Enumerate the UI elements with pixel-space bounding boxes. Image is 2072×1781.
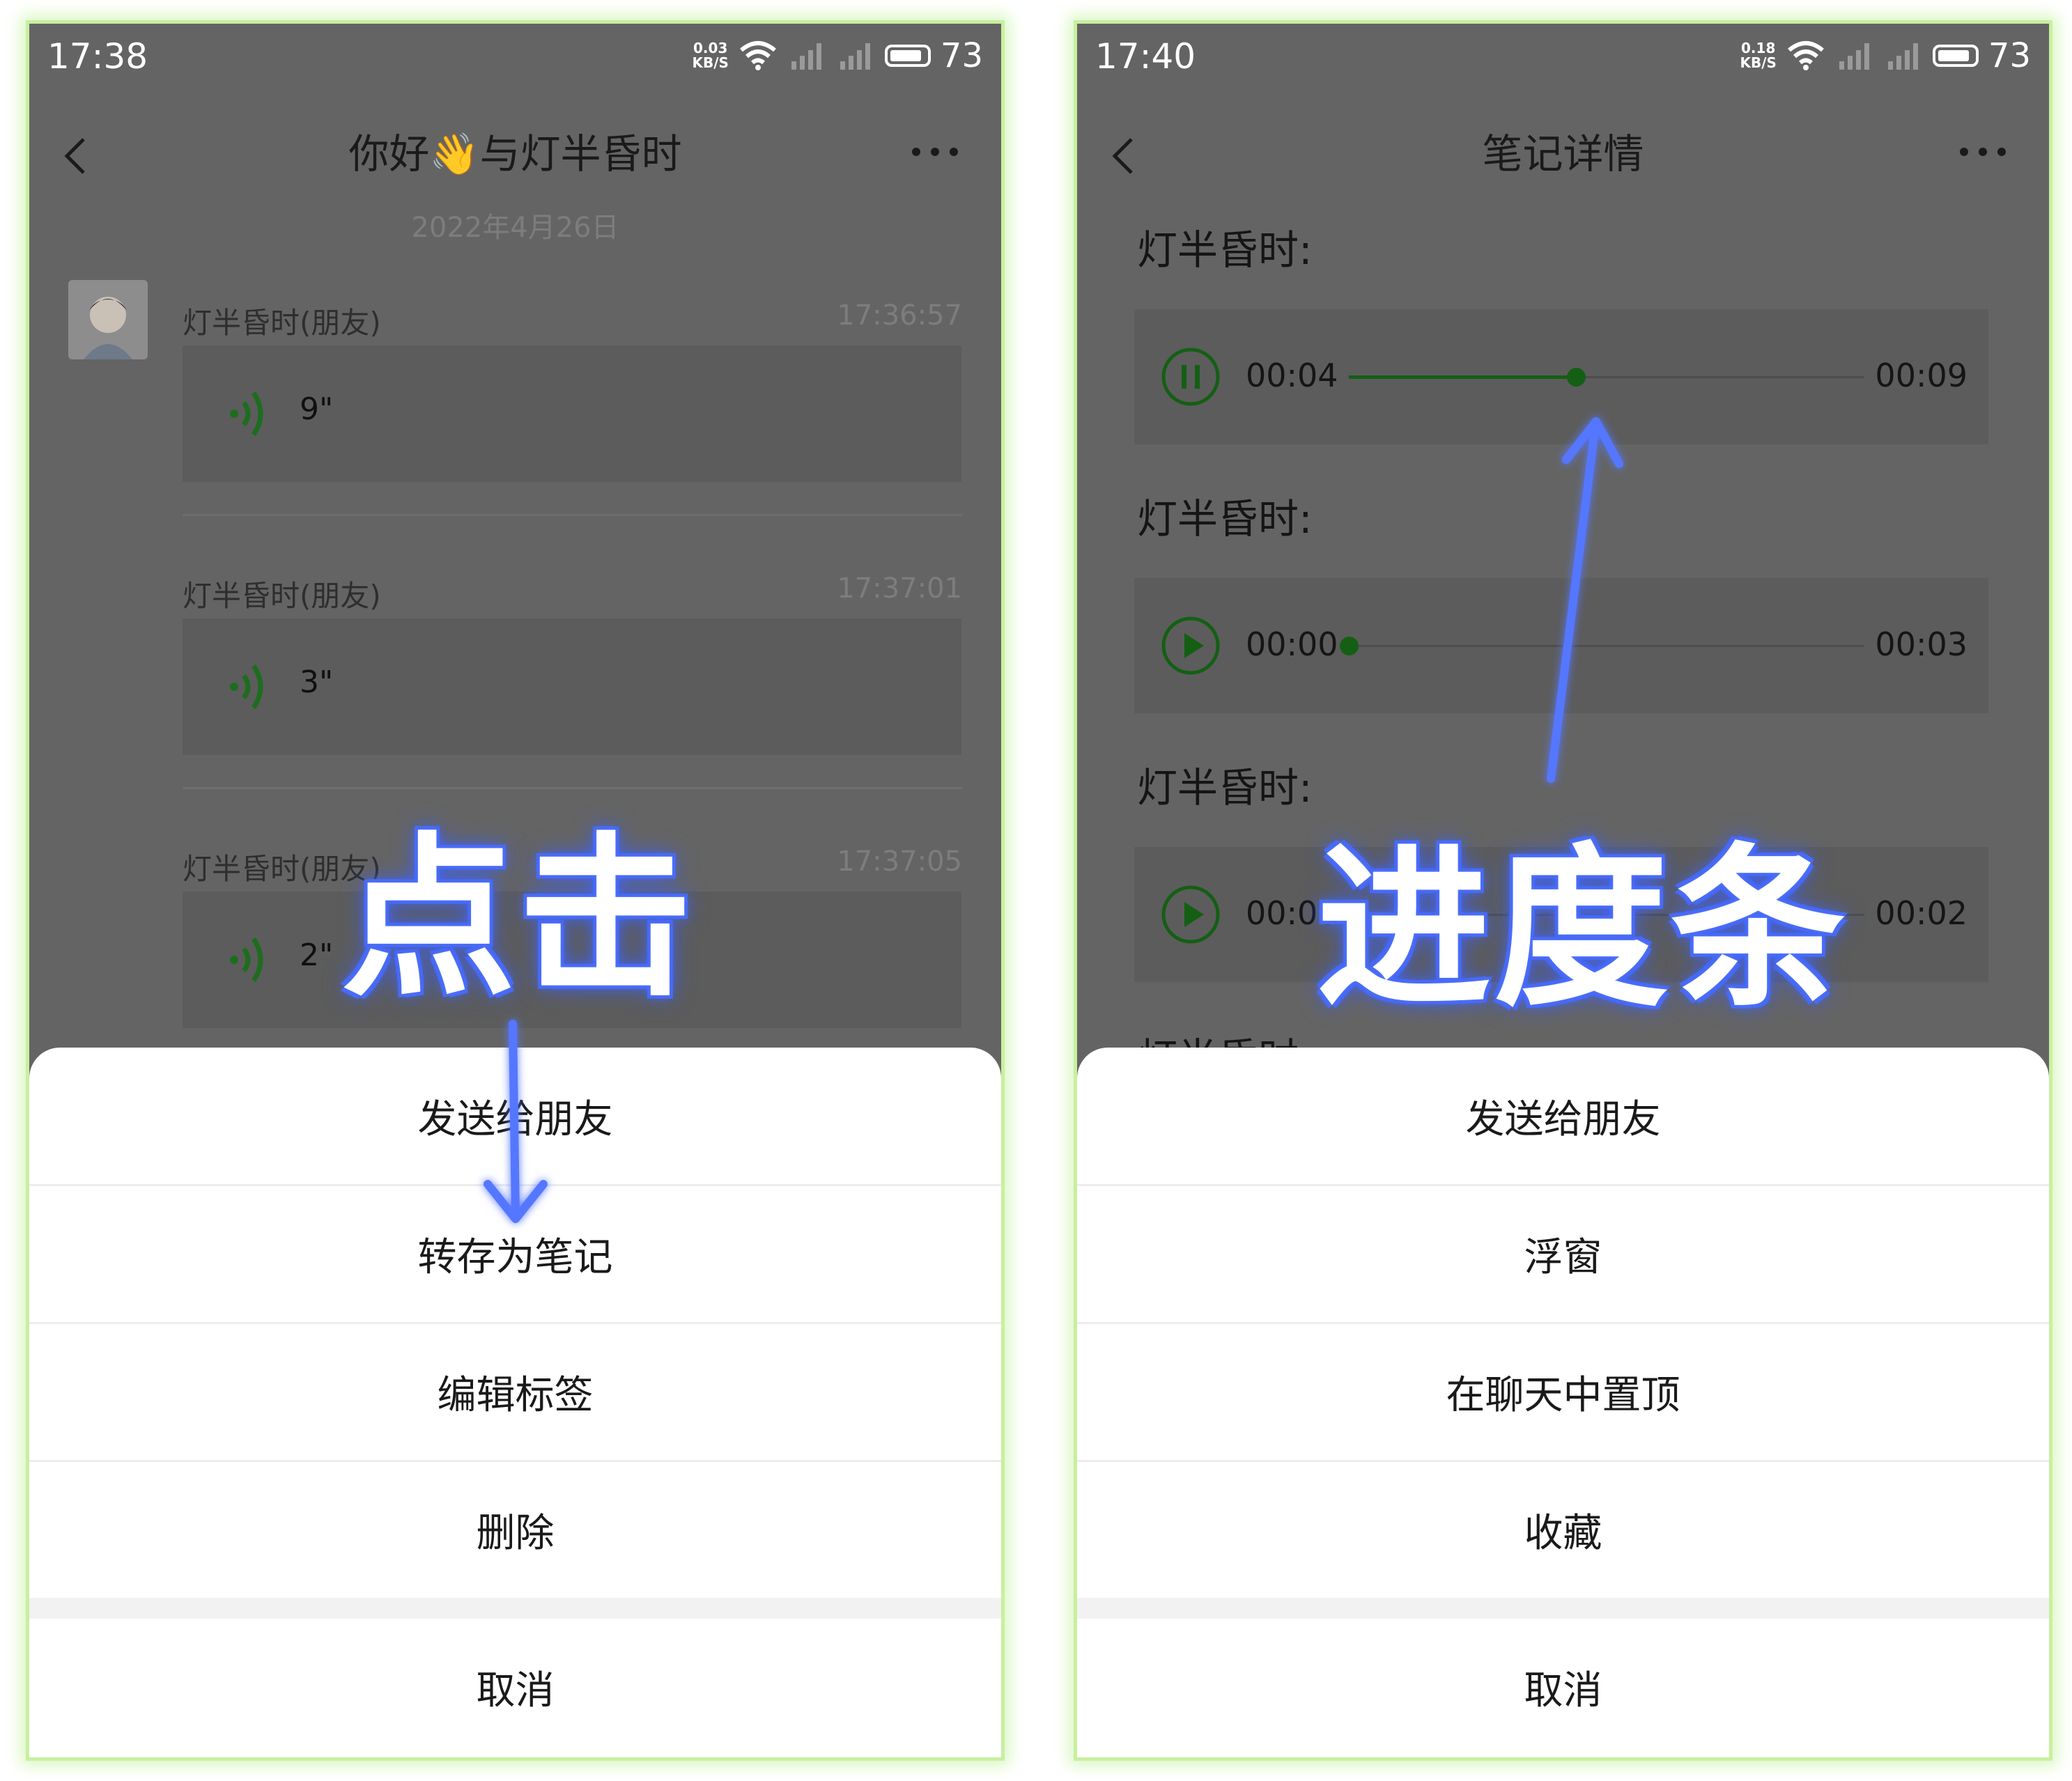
up-arrow-icon xyxy=(1547,417,1623,783)
annotation-progress-bar: 进度条 xyxy=(1317,827,1848,1030)
down-arrow-icon xyxy=(484,1020,548,1223)
annotation-click: 点击 xyxy=(341,817,695,1020)
